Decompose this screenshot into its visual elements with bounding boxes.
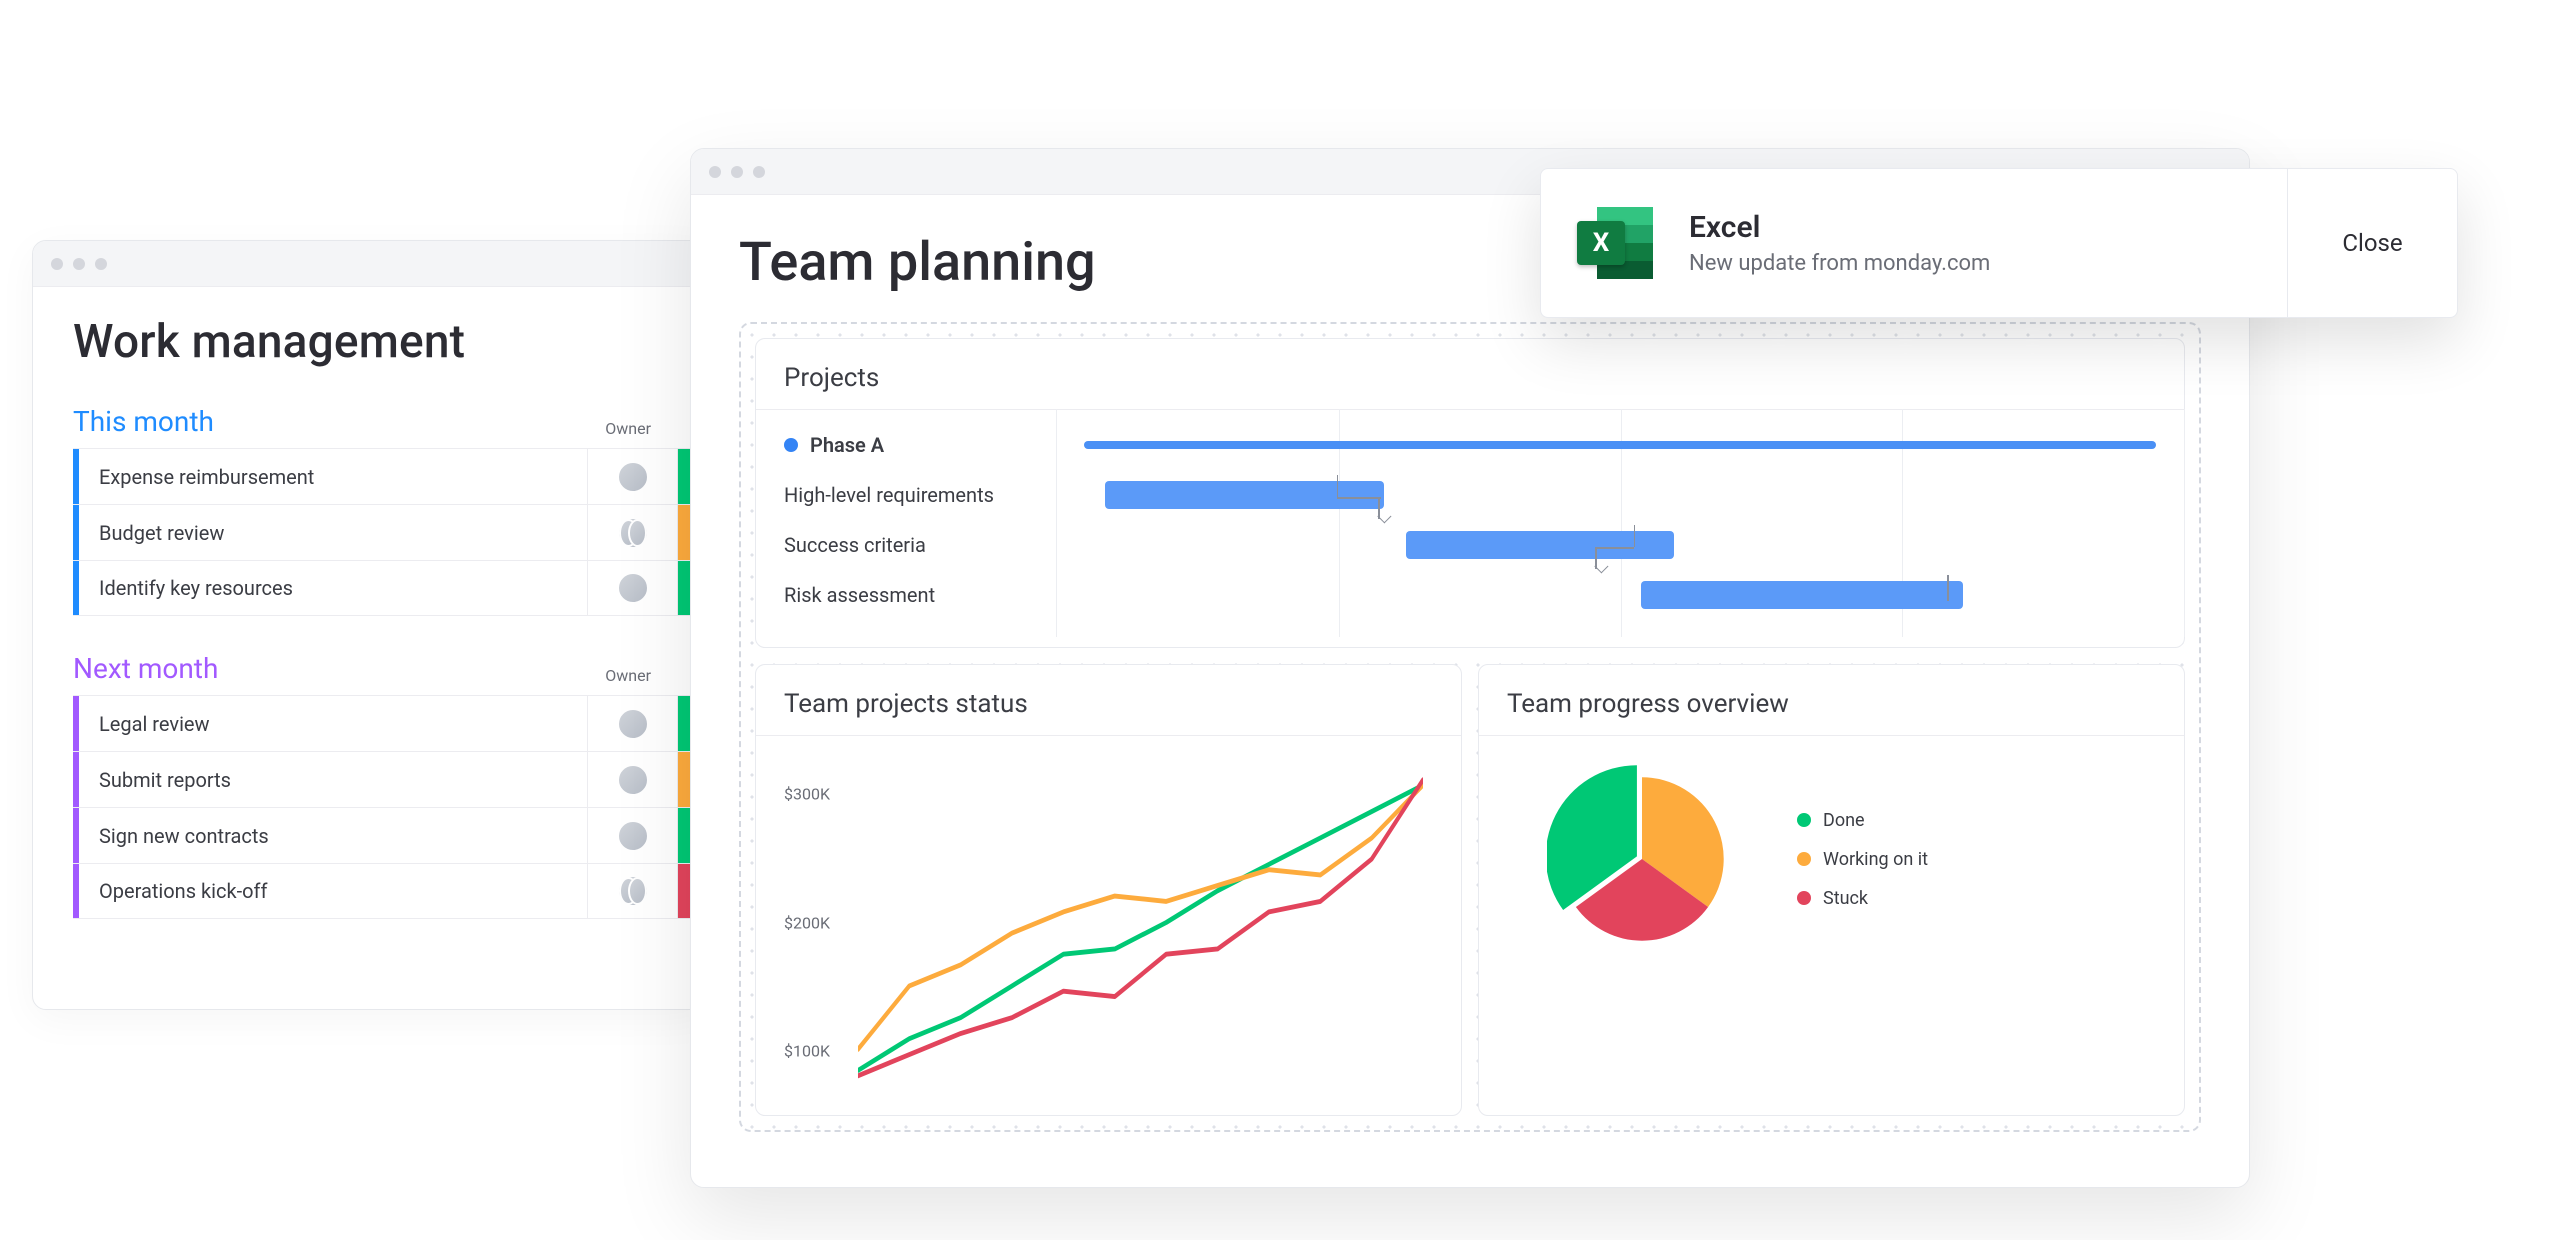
pie-legend: Done Working on it Stuck: [1797, 810, 1928, 909]
gantt-row-phase[interactable]: Phase A: [784, 420, 2156, 470]
avatar: [617, 875, 649, 907]
panel-title: Team projects status: [784, 689, 1433, 719]
task-name: Sign new contracts: [79, 824, 587, 848]
owner-cell[interactable]: [587, 449, 677, 504]
group-title: Next month: [73, 652, 218, 685]
panel-title: Team progress overview: [1507, 689, 2156, 719]
excel-badge: X: [1577, 221, 1625, 265]
gantt-row[interactable]: Risk assessment: [784, 570, 2156, 620]
owner-cell[interactable]: [587, 561, 677, 615]
toast-subtitle: New update from monday.com: [1689, 251, 1990, 276]
close-button[interactable]: Close: [2287, 169, 2457, 317]
page-title: Work management: [73, 315, 711, 369]
group-title: This month: [73, 405, 214, 438]
table-row[interactable]: Sign new contracts: [73, 807, 711, 863]
y-tick: $300K: [784, 785, 830, 804]
legend-item: Done: [1797, 810, 1928, 831]
pie-chart-svg: [1547, 764, 1737, 954]
task-name: Operations kick-off: [79, 879, 587, 903]
window-dot: [51, 258, 63, 270]
table-row[interactable]: Operations kick-off: [73, 863, 711, 919]
gantt-bar[interactable]: [1084, 441, 2156, 449]
avatar: [617, 517, 649, 549]
table-row[interactable]: Submit reports: [73, 751, 711, 807]
task-name: Expense reimbursement: [79, 465, 587, 489]
avatar: [617, 461, 649, 493]
owner-cell[interactable]: [587, 505, 677, 560]
toast-title: Excel: [1689, 210, 1990, 245]
toast-body[interactable]: X Excel New update from monday.com: [1541, 169, 2287, 317]
table-row[interactable]: Budget review: [73, 504, 711, 560]
notification-toast: X Excel New update from monday.com Close: [1540, 168, 2458, 318]
table-row[interactable]: Expense reimbursement: [73, 448, 711, 504]
gantt-label: Risk assessment: [784, 583, 935, 607]
gantt-label: Success criteria: [784, 533, 926, 557]
window-dot: [73, 258, 85, 270]
task-group-this-month: This month Owner Expense reimbursement B…: [73, 405, 711, 616]
projects-panel: Projects Phase A: [755, 338, 2185, 648]
table-row[interactable]: Legal review: [73, 695, 711, 751]
owner-cell[interactable]: [587, 864, 677, 918]
window-titlebar: [33, 241, 711, 287]
excel-icon: X: [1577, 203, 1657, 283]
window-dot: [731, 166, 743, 178]
owner-column-label: Owner: [605, 419, 651, 438]
table-row[interactable]: Identify key resources: [73, 560, 711, 616]
work-management-window: Work management This month Owner Expense…: [32, 240, 712, 1010]
window-dot: [753, 166, 765, 178]
legend-label: Working on it: [1823, 849, 1928, 870]
gantt-row[interactable]: Success criteria: [784, 520, 2156, 570]
legend-dot-icon: [1797, 813, 1811, 827]
panel-title: Projects: [784, 363, 2156, 393]
team-progress-panel: Team progress overview Done: [1478, 664, 2185, 1116]
dashboard-grid: Projects Phase A: [739, 322, 2201, 1132]
window-dot: [709, 166, 721, 178]
team-status-panel: Team projects status $300K $200K $100K: [755, 664, 1462, 1116]
avatar: [617, 764, 649, 796]
y-tick: $200K: [784, 913, 830, 932]
gantt-bar[interactable]: [1406, 531, 1674, 559]
owner-cell[interactable]: [587, 808, 677, 863]
task-name: Identify key resources: [79, 576, 587, 600]
pie-chart: [1547, 764, 1737, 954]
legend-label: Stuck: [1823, 888, 1868, 909]
gantt-bar[interactable]: [1641, 581, 1963, 609]
gantt-row[interactable]: High-level requirements: [784, 470, 2156, 520]
owner-cell[interactable]: [587, 752, 677, 807]
y-tick: $100K: [784, 1041, 830, 1060]
gantt-bar[interactable]: [1105, 481, 1384, 509]
legend-label: Done: [1823, 810, 1865, 831]
avatar: [617, 572, 649, 604]
bullet-icon: [784, 438, 798, 452]
legend-item: Stuck: [1797, 888, 1928, 909]
owner-column-label: Owner: [605, 666, 651, 685]
legend-dot-icon: [1797, 852, 1811, 866]
owner-cell[interactable]: [587, 696, 677, 751]
task-name: Budget review: [79, 521, 587, 545]
line-chart-svg: [858, 764, 1423, 1081]
gantt-label: Phase A: [810, 433, 884, 457]
window-dot: [95, 258, 107, 270]
task-name: Legal review: [79, 712, 587, 736]
legend-item: Working on it: [1797, 849, 1928, 870]
task-group-next-month: Next month Owner Legal review Submit rep…: [73, 652, 711, 919]
legend-dot-icon: [1797, 891, 1811, 905]
gantt-label: High-level requirements: [784, 483, 994, 507]
line-chart: $300K $200K $100K: [784, 754, 1433, 1091]
task-name: Submit reports: [79, 768, 587, 792]
avatar: [617, 708, 649, 740]
avatar: [617, 820, 649, 852]
